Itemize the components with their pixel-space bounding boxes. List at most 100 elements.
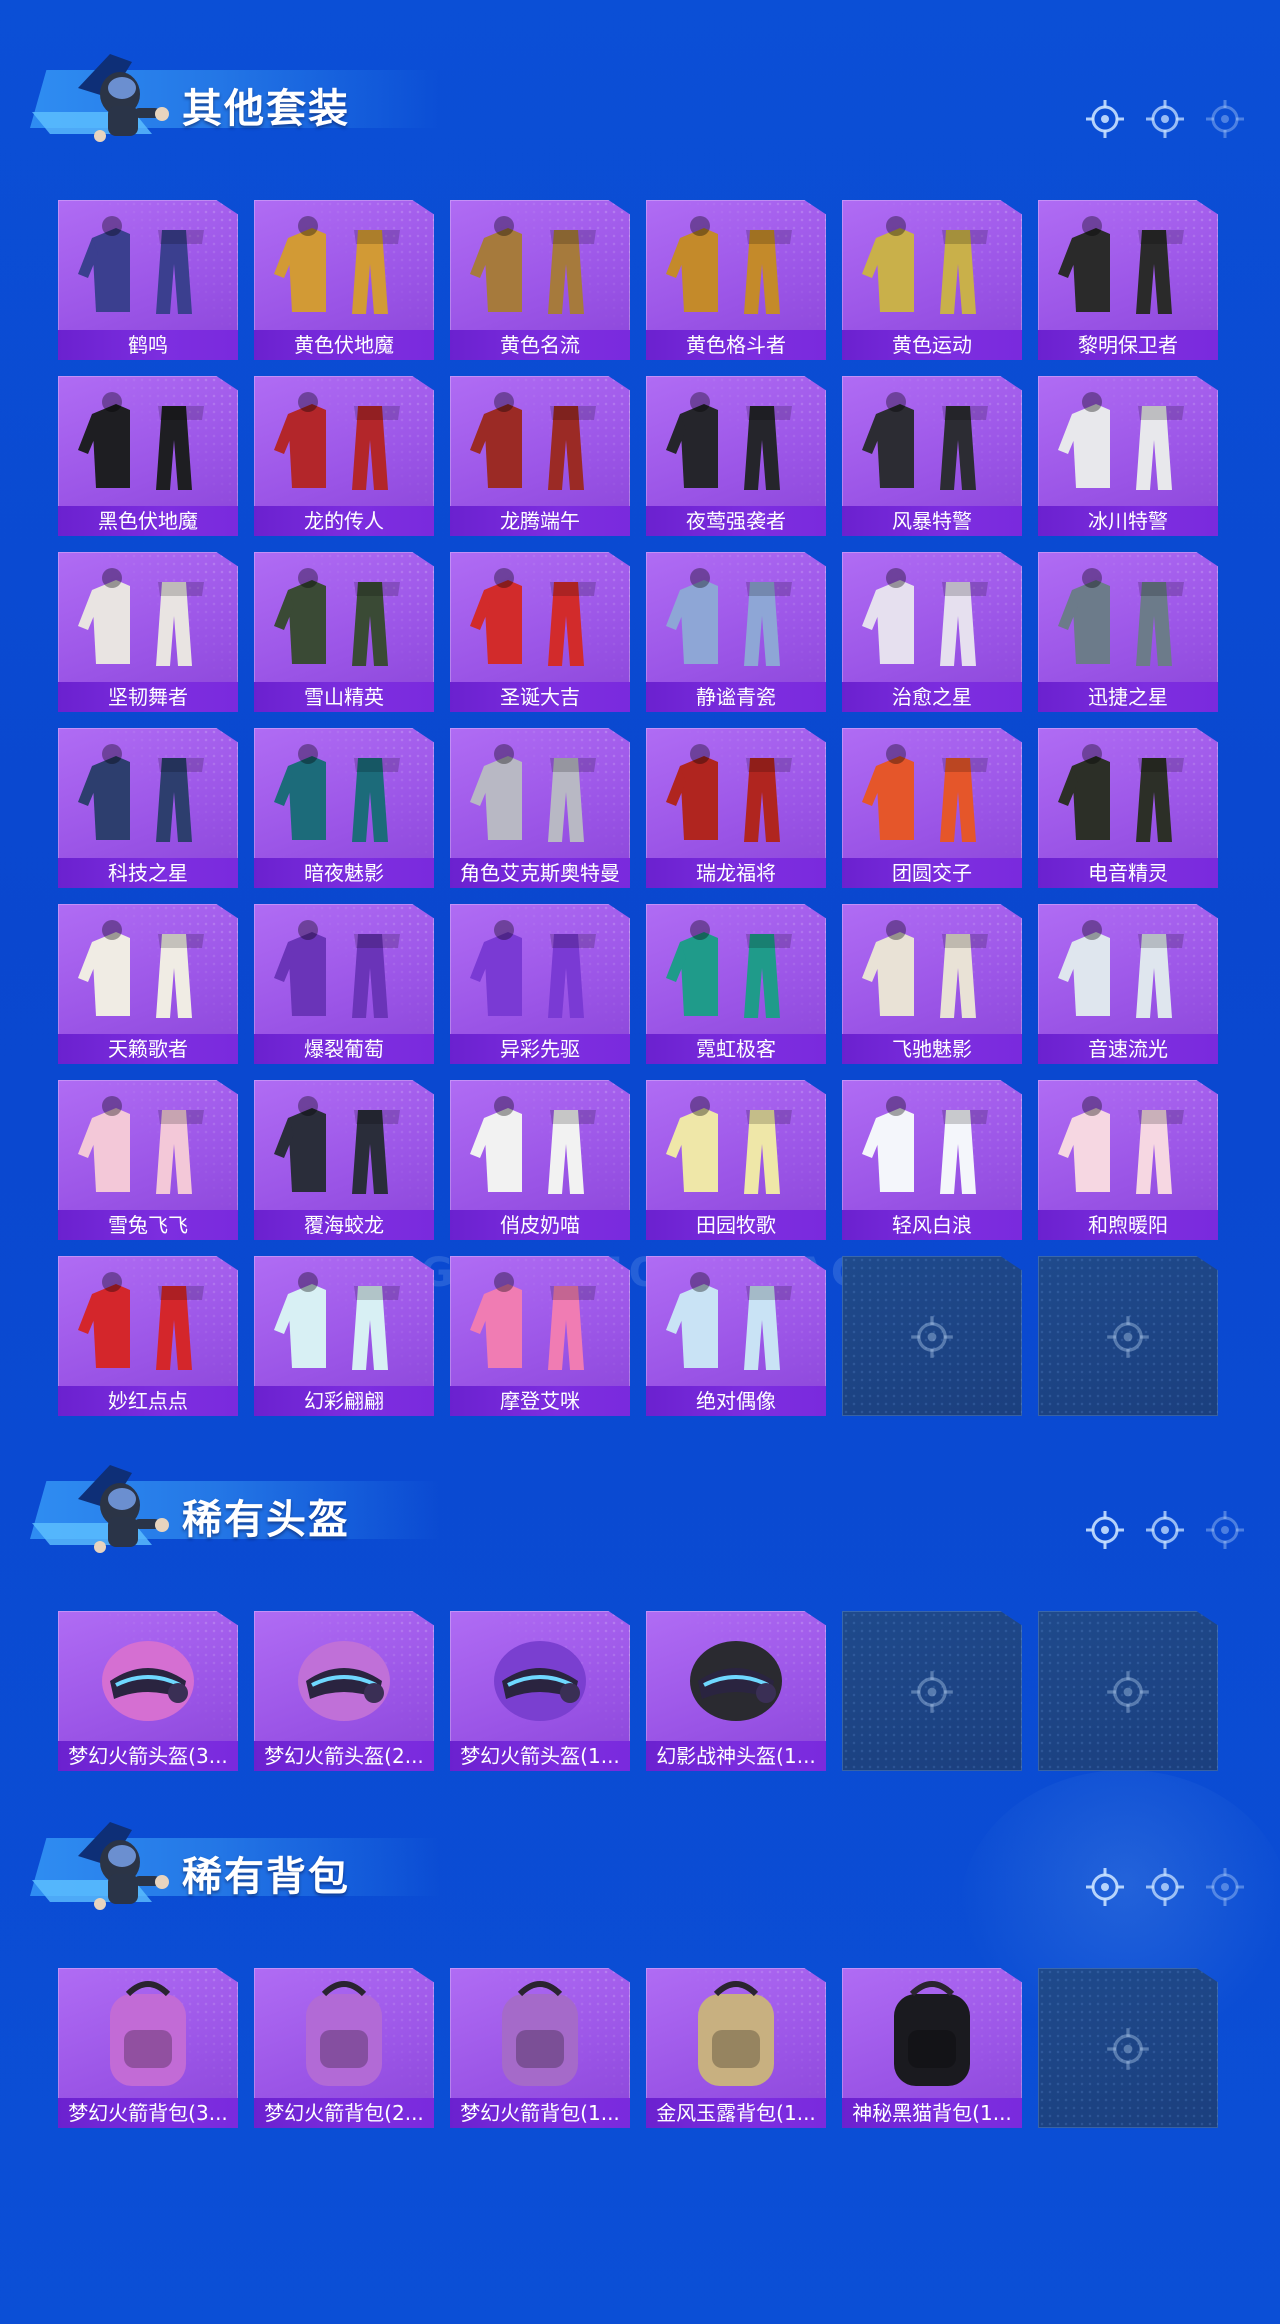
item-card[interactable]: 龙腾端午 <box>450 376 630 536</box>
item-card[interactable]: 电音精灵 <box>1038 728 1218 888</box>
item-label: 幻影战神头盔(1... <box>646 1741 826 1771</box>
item-label: 异彩先驱 <box>450 1034 630 1064</box>
item-card[interactable]: 龙的传人 <box>254 376 434 536</box>
outfit-icon <box>666 392 792 490</box>
item-card[interactable]: 瑞龙福将 <box>646 728 826 888</box>
outfit-icon <box>470 744 596 842</box>
item-card[interactable]: 迅捷之星 <box>1038 552 1218 712</box>
section-header: 其他套装 <box>0 40 1280 160</box>
item-card[interactable]: 神秘黑猫背包(1... <box>842 1968 1022 2128</box>
item-label: 金风玉露背包(1... <box>646 2098 826 2128</box>
item-card[interactable]: 黄色格斗者 <box>646 200 826 360</box>
item-label: 龙腾端午 <box>450 506 630 536</box>
crosshair-icon <box>911 1671 953 1713</box>
item-card[interactable]: 雪山精英 <box>254 552 434 712</box>
item-card[interactable]: 金风玉露背包(1... <box>646 1968 826 2128</box>
outfit-icon <box>78 568 204 666</box>
outfit-icon <box>78 1272 204 1370</box>
item-label: 治愈之星 <box>842 682 1022 712</box>
item-card[interactable]: 音速流光 <box>1038 904 1218 1064</box>
item-label: 覆海蛟龙 <box>254 1210 434 1240</box>
item-card[interactable]: 科技之星 <box>58 728 238 888</box>
item-card[interactable]: 幻影战神头盔(1... <box>646 1611 826 1771</box>
item-card[interactable]: 圣诞大吉 <box>450 552 630 712</box>
item-card[interactable]: 团圆交子 <box>842 728 1022 888</box>
item-card[interactable]: 妙红点点 <box>58 1256 238 1416</box>
item-card[interactable]: 和煦暖阳 <box>1038 1080 1218 1240</box>
item-card[interactable]: 梦幻火箭背包(3... <box>58 1968 238 2128</box>
empty-slot <box>842 1611 1022 1771</box>
item-label: 神秘黑猫背包(1... <box>842 2098 1022 2128</box>
item-card[interactable]: 天籁歌者 <box>58 904 238 1064</box>
outfit-icon <box>274 744 400 842</box>
outfit-icon <box>78 216 204 314</box>
item-card[interactable]: 鹤鸣 <box>58 200 238 360</box>
item-card[interactable]: 绝对偶像 <box>646 1256 826 1416</box>
section-title: 稀有背包 <box>182 1854 350 1900</box>
outfit-icon <box>666 920 792 1018</box>
item-label: 迅捷之星 <box>1038 682 1218 712</box>
item-card[interactable]: 摩登艾咪 <box>450 1256 630 1416</box>
item-card[interactable]: 梦幻火箭头盔(1... <box>450 1611 630 1771</box>
item-card[interactable]: 黄色运动 <box>842 200 1022 360</box>
item-card[interactable]: 黑色伏地魔 <box>58 376 238 536</box>
item-card[interactable]: 治愈之星 <box>842 552 1022 712</box>
item-card[interactable]: 爆裂葡萄 <box>254 904 434 1064</box>
outfit-icon <box>274 216 400 314</box>
item-label: 梦幻火箭头盔(1... <box>450 1741 630 1771</box>
item-card[interactable]: 夜莺强袭者 <box>646 376 826 536</box>
item-card[interactable]: 角色艾克斯奥特曼 <box>450 728 630 888</box>
outfit-icon <box>666 1096 792 1194</box>
empty-slot <box>1038 1256 1218 1416</box>
item-label: 团圆交子 <box>842 858 1022 888</box>
item-card[interactable]: 飞驰魅影 <box>842 904 1022 1064</box>
item-card[interactable]: 坚韧舞者 <box>58 552 238 712</box>
item-label: 电音精灵 <box>1038 858 1218 888</box>
outfit-icon <box>470 392 596 490</box>
item-card[interactable]: 覆海蛟龙 <box>254 1080 434 1240</box>
outfit-icon <box>470 1272 596 1370</box>
item-card[interactable]: 风暴特警 <box>842 376 1022 536</box>
section-rare-helmets: 稀有头盔 梦幻火箭头盔(3... 梦幻火箭头盔(2... 梦幻火箭头盔(1... 幻影… <box>0 1451 1280 1771</box>
crosshair-icon <box>1206 1511 1244 1549</box>
item-card[interactable]: 暗夜魅影 <box>254 728 434 888</box>
helmet-icon <box>494 1641 586 1721</box>
item-label: 黄色伏地魔 <box>254 330 434 360</box>
item-label: 暗夜魅影 <box>254 858 434 888</box>
outfit-icon <box>470 1096 596 1194</box>
outfit-icon <box>1058 392 1184 490</box>
item-label: 梦幻火箭背包(1... <box>450 2098 630 2128</box>
item-card[interactable]: 梦幻火箭背包(1... <box>450 1968 630 2128</box>
item-card[interactable]: 黎明保卫者 <box>1038 200 1218 360</box>
item-card[interactable]: 梦幻火箭头盔(2... <box>254 1611 434 1771</box>
item-card[interactable]: 黄色名流 <box>450 200 630 360</box>
item-card[interactable]: 冰川特警 <box>1038 376 1218 536</box>
item-card[interactable]: 梦幻火箭头盔(3... <box>58 1611 238 1771</box>
helmet-icon <box>298 1641 390 1721</box>
item-card[interactable]: 异彩先驱 <box>450 904 630 1064</box>
outfit-icon <box>470 216 596 314</box>
crosshair-icon <box>1146 100 1184 138</box>
outfit-icon <box>470 568 596 666</box>
item-card[interactable]: 雪兔飞飞 <box>58 1080 238 1240</box>
outfit-icon <box>862 568 988 666</box>
outfit-icon <box>862 392 988 490</box>
item-label: 梦幻火箭背包(3... <box>58 2098 238 2128</box>
item-card[interactable]: 霓虹极客 <box>646 904 826 1064</box>
item-label: 雪山精英 <box>254 682 434 712</box>
crosshair-icon <box>1146 1511 1184 1549</box>
soldier-mascot-icon <box>78 1822 169 1910</box>
outfit-icon <box>274 1272 400 1370</box>
item-label: 和煦暖阳 <box>1038 1210 1218 1240</box>
item-label: 天籁歌者 <box>58 1034 238 1064</box>
item-card[interactable]: 黄色伏地魔 <box>254 200 434 360</box>
section-title: 稀有头盔 <box>182 1497 350 1543</box>
item-card[interactable]: 俏皮奶喵 <box>450 1080 630 1240</box>
outfit-icon <box>666 744 792 842</box>
item-grid: 梦幻火箭背包(3... 梦幻火箭背包(2... 梦幻火箭背包(1... 金风玉露背包(… <box>58 1968 1218 2128</box>
item-card[interactable]: 田园牧歌 <box>646 1080 826 1240</box>
item-card[interactable]: 轻风白浪 <box>842 1080 1022 1240</box>
item-card[interactable]: 幻彩翩翩 <box>254 1256 434 1416</box>
item-card[interactable]: 静谧青瓷 <box>646 552 826 712</box>
item-card[interactable]: 梦幻火箭背包(2... <box>254 1968 434 2128</box>
